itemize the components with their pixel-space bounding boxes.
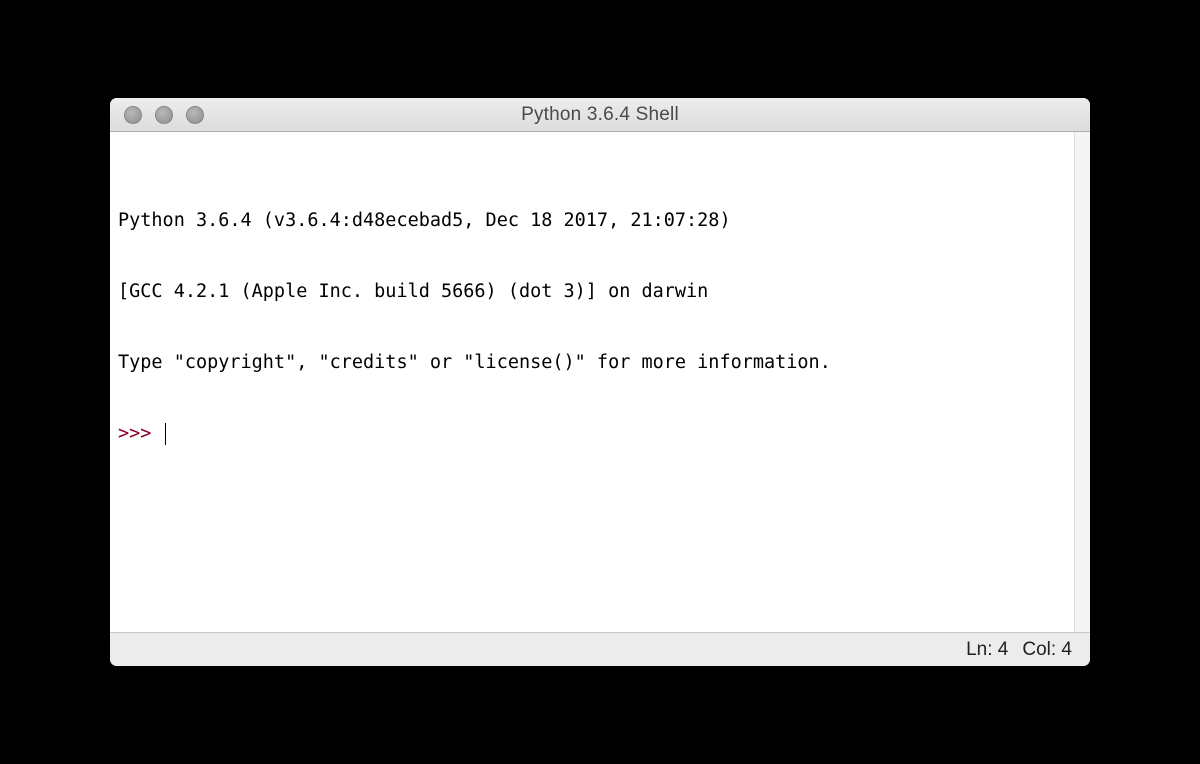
output-line-3: Type "copyright", "credits" or "license(… — [118, 351, 1082, 375]
prompt-line[interactable]: >>> — [118, 422, 1082, 446]
statusbar: Ln: 4 Col: 4 — [110, 632, 1090, 666]
shell-content[interactable]: Python 3.6.4 (v3.6.4:d48ecebad5, Dec 18 … — [110, 132, 1090, 632]
output-line-2: [GCC 4.2.1 (Apple Inc. build 5666) (dot … — [118, 280, 1082, 304]
prompt-symbol: >>> — [118, 422, 163, 446]
status-col: Col: 4 — [1022, 639, 1072, 661]
titlebar: Python 3.6.4 Shell — [110, 98, 1090, 132]
close-button[interactable] — [124, 106, 142, 124]
scrollbar-vertical[interactable] — [1074, 132, 1090, 632]
window-title: Python 3.6.4 Shell — [110, 104, 1090, 126]
status-line: Ln: 4 — [966, 639, 1008, 661]
zoom-button[interactable] — [186, 106, 204, 124]
output-line-1: Python 3.6.4 (v3.6.4:d48ecebad5, Dec 18 … — [118, 209, 1082, 233]
shell-window: Python 3.6.4 Shell Python 3.6.4 (v3.6.4:… — [110, 98, 1090, 666]
traffic-lights — [110, 106, 204, 124]
text-cursor — [165, 423, 167, 445]
minimize-button[interactable] — [155, 106, 173, 124]
